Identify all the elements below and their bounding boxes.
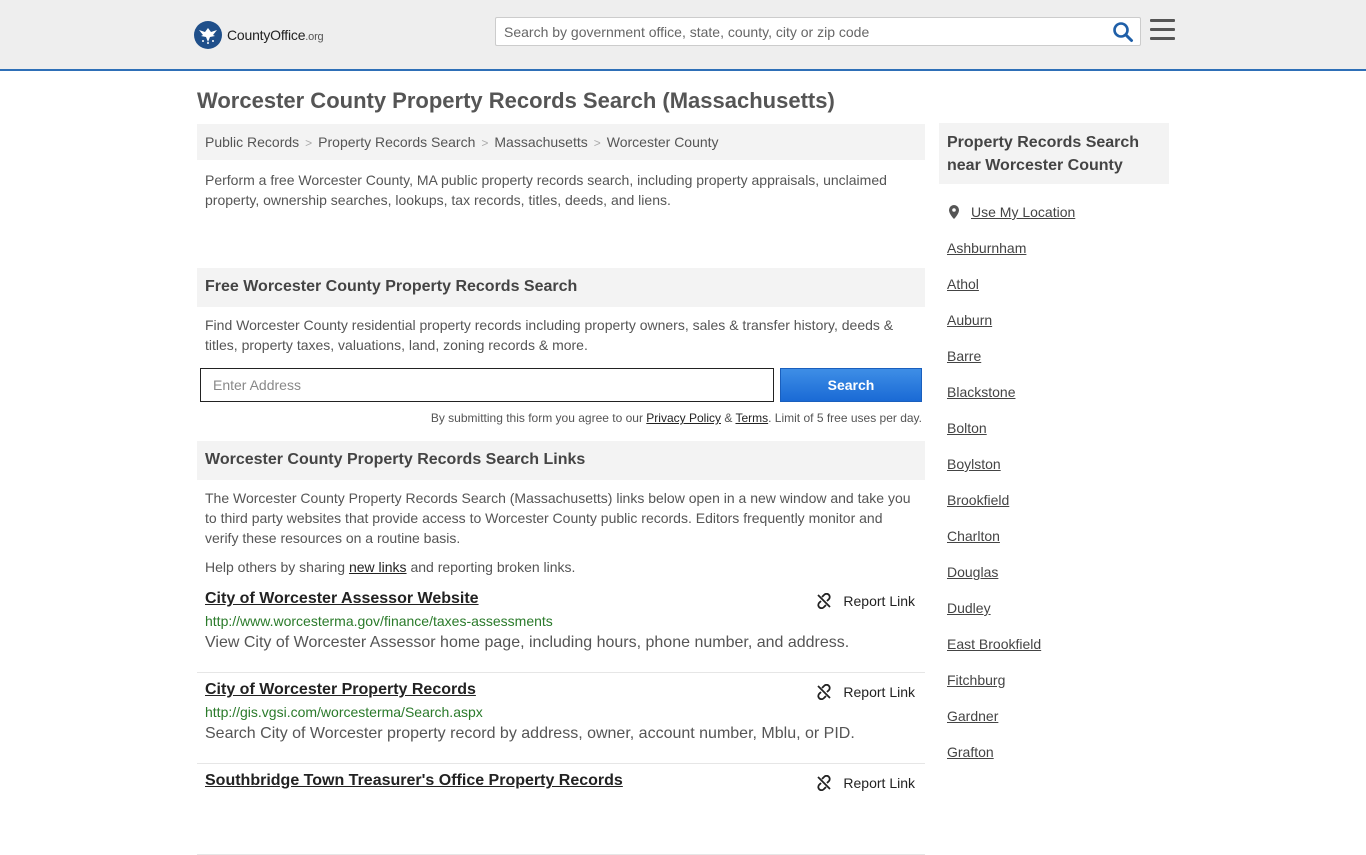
town-link[interactable]: Boylston [947,456,1001,472]
broken-link-icon [817,593,832,609]
breadcrumb-property-records-search[interactable]: Property Records Search [318,134,475,150]
use-my-location: Use My Location [939,203,1169,221]
list-item: Douglas [939,545,1169,581]
list-item: Barre [939,329,1169,365]
site-header: CountyOffice.org [0,0,1366,71]
form-disclaimer: By submitting this form you agree to our… [430,411,922,425]
share-links-note: Help others by sharing new links and rep… [205,559,576,575]
privacy-policy-link[interactable]: Privacy Policy [646,411,721,425]
resource-link-description: View City of Worcester Assessor home pag… [205,634,850,651]
report-link-button[interactable]: Report Link [816,775,915,791]
nearby-towns-list: Ashburnham Athol Auburn Barre Blackstone… [939,221,1169,761]
chevron-right-icon: > [305,136,313,150]
new-links-link[interactable]: new links [349,559,407,575]
report-link-button[interactable]: Report Link [816,684,915,700]
chevron-right-icon: > [481,136,489,150]
breadcrumb: Public Records > Property Records Search > M… [197,124,925,160]
list-item: East Brookfield [939,617,1169,653]
main-content: Public Records > Property Records Search > M… [197,124,925,855]
list-item: Fitchburg [939,653,1169,689]
list-item: Brookfield [939,473,1169,509]
town-link[interactable]: Blackstone [947,384,1015,400]
list-item: Blackstone [939,365,1169,401]
sidebar: Property Records Search near Worcester C… [939,123,1169,761]
resource-link-url: http://gis.vgsi.com/worcesterma/Search.a… [205,704,483,720]
site-logo[interactable]: CountyOffice.org [194,20,324,50]
address-input[interactable] [200,368,774,402]
breadcrumb-public-records[interactable]: Public Records [205,134,299,150]
list-item: Athol [939,257,1169,293]
map-pin-icon [949,205,959,219]
links-section-heading: Worcester County Property Records Search… [197,441,925,480]
sidebar-heading: Property Records Search near Worcester C… [939,123,1169,184]
town-link[interactable]: Fitchburg [947,672,1005,688]
list-item: Grafton [939,725,1169,761]
hamburger-menu-icon[interactable] [1150,19,1175,41]
town-link[interactable]: Athol [947,276,979,292]
logo-wordmark: CountyOffice.org [227,27,324,43]
breadcrumb-massachusetts[interactable]: Massachusetts [494,134,587,150]
broken-link-icon [817,775,832,791]
resource-link-item: Southbridge Town Treasurer's Office Prop… [197,764,925,855]
town-link[interactable]: Dudley [947,600,991,616]
resource-link-item: City of Worcester Property Records http:… [197,673,925,764]
list-item: Auburn [939,293,1169,329]
town-link[interactable]: Auburn [947,312,992,328]
page-title: Worcester County Property Records Search… [197,88,835,113]
global-search [495,17,1141,46]
intro-text: Perform a free Worcester County, MA publ… [205,172,887,208]
list-item: Ashburnham [939,221,1169,257]
broken-link-icon [817,684,832,700]
chevron-right-icon: > [593,136,601,150]
resource-link-description: Search City of Worcester property record… [205,725,855,742]
town-link[interactable]: Charlton [947,528,1000,544]
free-search-heading: Free Worcester County Property Records S… [197,268,925,307]
address-search-button[interactable]: Search [780,368,922,402]
links-section-description: The Worcester County Property Records Se… [205,490,911,546]
town-link[interactable]: Ashburnham [947,240,1026,256]
list-item: Bolton [939,401,1169,437]
terms-link[interactable]: Terms [735,411,768,425]
eagle-logo-icon [194,21,222,49]
list-item: Charlton [939,509,1169,545]
search-icon[interactable] [1112,21,1134,43]
list-item: Gardner [939,689,1169,725]
town-link[interactable]: Grafton [947,744,994,760]
global-search-input[interactable] [496,18,1106,45]
report-link-button[interactable]: Report Link [816,593,915,609]
resource-link-title[interactable]: Southbridge Town Treasurer's Office Prop… [205,772,623,789]
town-link[interactable]: Brookfield [947,492,1009,508]
breadcrumb-current: Worcester County [606,134,719,150]
town-link[interactable]: Gardner [947,708,998,724]
free-search-description: Find Worcester County residential proper… [205,317,894,353]
list-item: Dudley [939,581,1169,617]
address-search-form: Search [197,368,925,402]
town-link[interactable]: East Brookfield [947,636,1041,652]
resource-link-title[interactable]: City of Worcester Assessor Website [205,590,479,607]
resource-link-title[interactable]: City of Worcester Property Records [205,681,476,698]
town-link[interactable]: Barre [947,348,981,364]
resource-link-url: http://www.worcesterma.gov/finance/taxes… [205,613,553,629]
resource-link-item: City of Worcester Assessor Website http:… [197,582,925,673]
use-my-location-link[interactable]: Use My Location [971,204,1075,220]
town-link[interactable]: Bolton [947,420,987,436]
list-item: Boylston [939,437,1169,473]
town-link[interactable]: Douglas [947,564,998,580]
